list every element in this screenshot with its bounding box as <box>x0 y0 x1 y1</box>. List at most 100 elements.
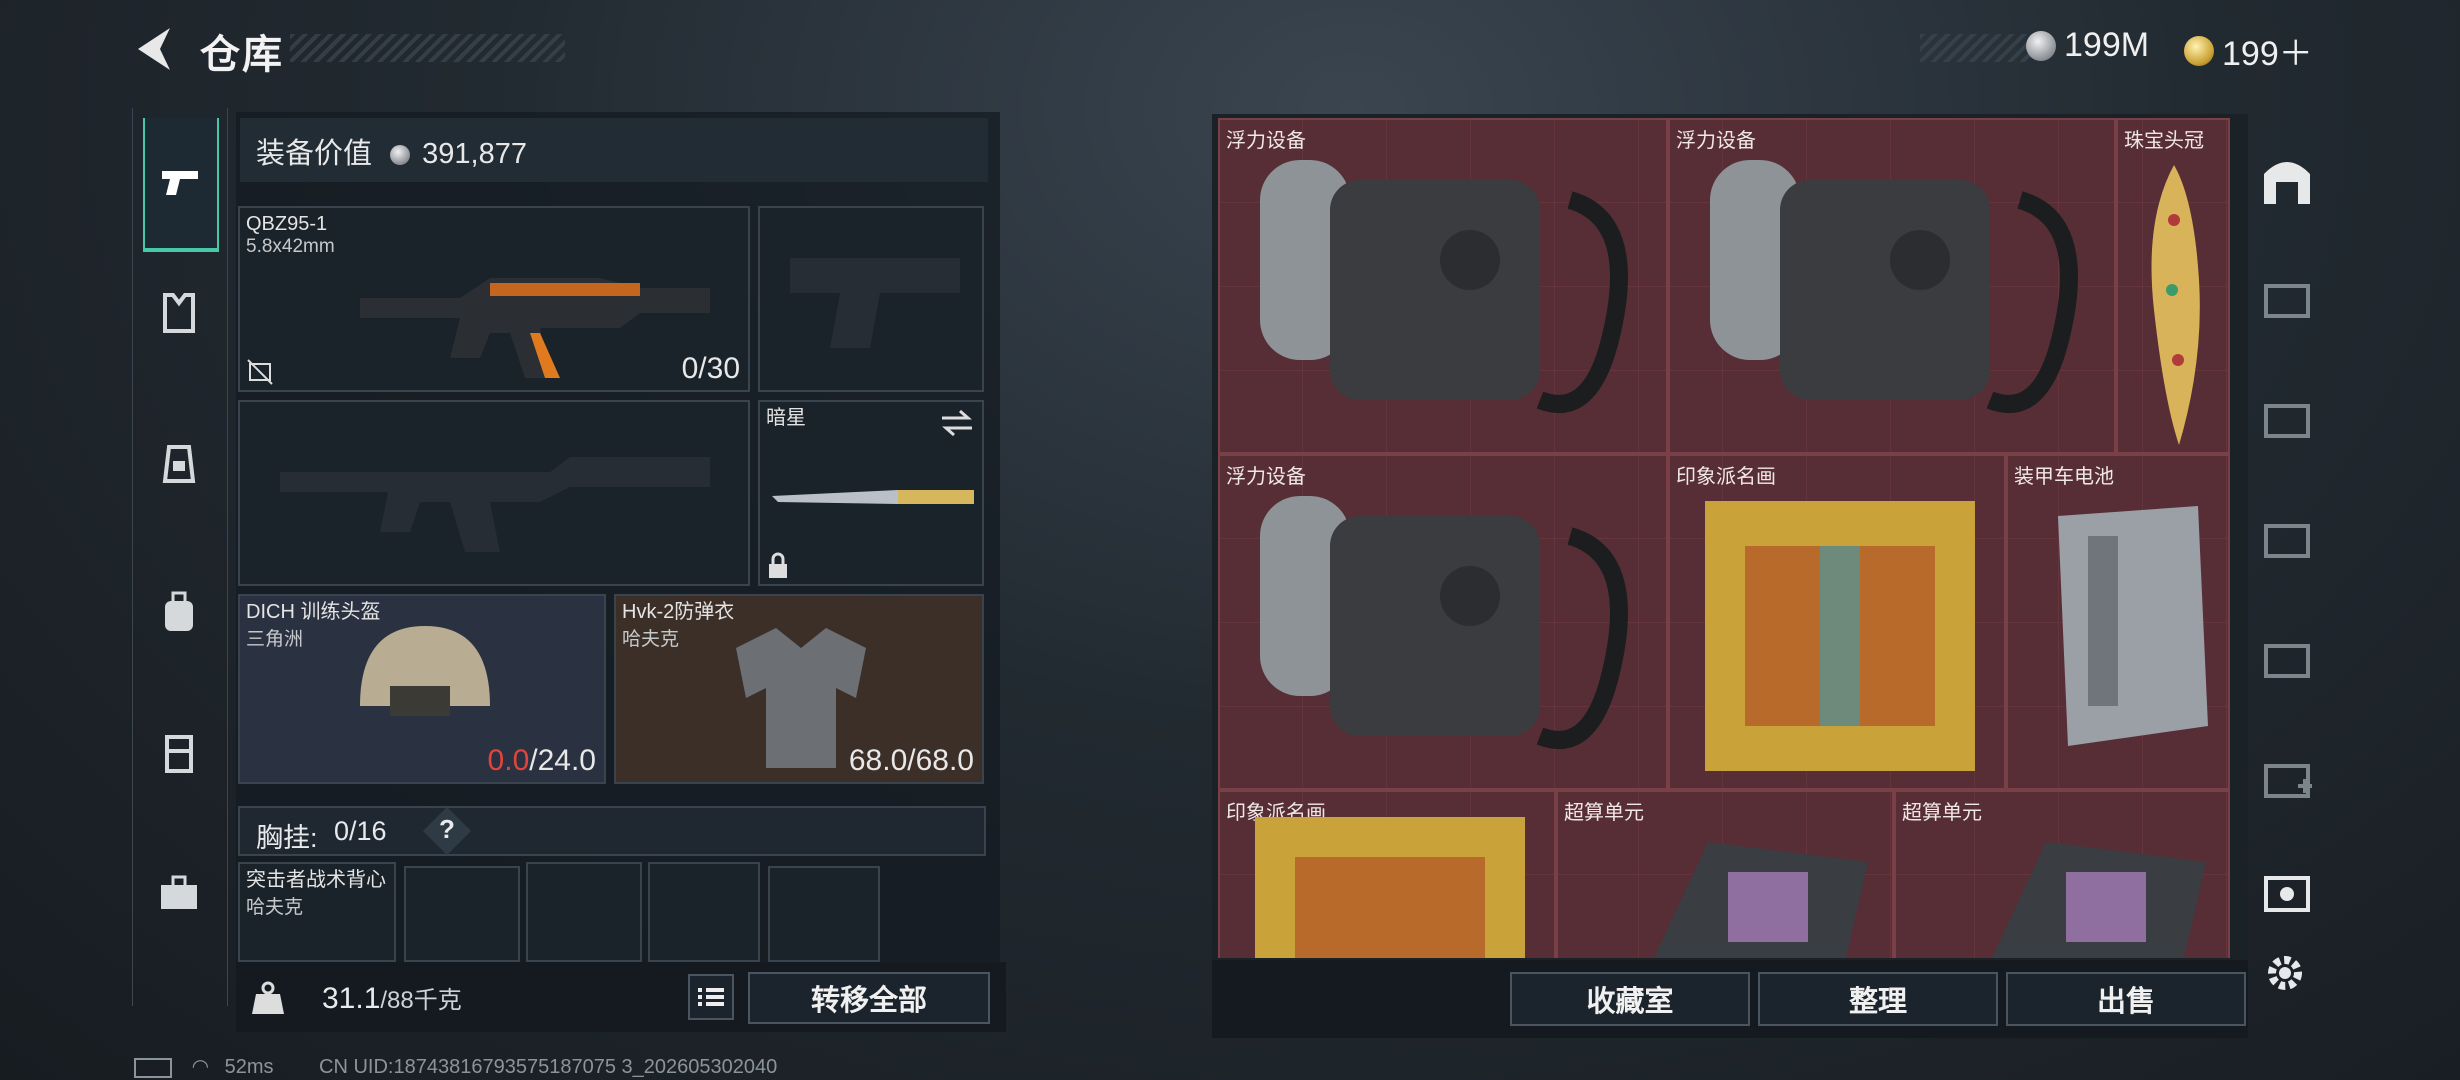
grid-item[interactable]: 珠宝头冠 <box>2116 118 2230 454</box>
list-icon <box>698 988 724 1006</box>
item-label: 印象派名画 <box>1676 466 1776 488</box>
equipment-value: 装备价值 391,877 <box>256 130 527 172</box>
vest-slot[interactable]: 突击者战术背心 哈夫克 <box>238 862 396 962</box>
sidearm-slot[interactable] <box>758 206 984 392</box>
gold-coin-icon <box>2184 35 2214 66</box>
back-arrow-icon[interactable] <box>130 24 180 74</box>
list-view-button[interactable] <box>688 974 734 1020</box>
ping-value: 52ms <box>224 1056 274 1078</box>
pistol-placeholder-icon <box>790 258 960 348</box>
equipment-category-nav <box>132 108 228 1006</box>
equipment-value-amount: 391,877 <box>422 138 527 170</box>
grid-item[interactable]: 浮力设备 <box>1218 118 1668 454</box>
silver-coin-icon <box>2026 30 2056 61</box>
chest-rig-bar: 胸挂: 0/16 ? <box>238 806 986 856</box>
help-icon[interactable]: ? <box>439 814 455 845</box>
secondary-weapon-slot[interactable] <box>238 400 750 586</box>
add-storage-icon[interactable] <box>2258 750 2316 808</box>
lock-icon <box>769 552 787 578</box>
melee-name: 暗星 <box>766 407 806 429</box>
weapon-name: QBZ95-1 <box>246 213 328 235</box>
knife-image <box>772 490 974 504</box>
buoyancy-device-image <box>1260 496 1628 749</box>
chest-slot[interactable] <box>526 862 642 962</box>
gold-amount: 199＋ <box>2222 35 2313 73</box>
buoyancy-device-image <box>1260 160 1628 413</box>
sell-button[interactable]: 出售 <box>2006 972 2246 1026</box>
user-id: CN UID:18743816793575187075 3_2026053020… <box>319 1056 778 1078</box>
storage-tab-4-icon[interactable] <box>2258 510 2316 568</box>
chest-rig-count: 0/16 <box>334 816 387 846</box>
grid-item[interactable]: 超算单元 <box>1556 790 1894 958</box>
warehouse-icon[interactable] <box>2258 150 2316 208</box>
silver-amount: 199M <box>2064 26 2150 64</box>
storage-tab-5-icon[interactable] <box>2258 630 2316 688</box>
storage-tab-2-icon[interactable] <box>2258 270 2316 328</box>
silver-coin-icon <box>390 145 411 166</box>
no-attachment-icon <box>247 359 273 385</box>
page-title: 仓库 <box>200 33 284 77</box>
nav-case[interactable] <box>143 828 215 958</box>
battery-icon <box>134 1057 172 1078</box>
helmet-durability-max: /24.0 <box>529 744 596 777</box>
pistol-icon <box>162 171 198 195</box>
wifi-icon: ◠ <box>191 1056 210 1078</box>
armor-faction: 哈夫克 <box>622 629 680 650</box>
item-label: 珠宝头冠 <box>2124 130 2204 152</box>
storage-tabs <box>2252 114 2322 944</box>
melee-slot[interactable]: 暗星 <box>758 400 984 586</box>
currency-decoration <box>1920 34 2030 62</box>
grid-item[interactable]: 浮力设备 <box>1218 454 1668 790</box>
painting-image <box>1255 817 1525 958</box>
helmet-slot[interactable]: DICH 训练头盔 三角洲 0.0/24.0 <box>238 594 606 784</box>
storage-settings-icon[interactable] <box>2258 864 2316 922</box>
armor-slot[interactable]: Hvk-2防弹衣 哈夫克 68.0/68.0 <box>614 594 984 784</box>
armor-durability: 68.0/68.0 <box>848 744 974 777</box>
silver-currency[interactable]: 199M <box>2026 26 2149 65</box>
weight-current: 31.1 <box>322 982 381 1015</box>
buoyancy-device-image <box>1710 160 2078 413</box>
grid-item[interactable]: 印象派名画 <box>1218 790 1556 958</box>
nav-chest-rig[interactable] <box>143 398 215 528</box>
nav-backpack[interactable] <box>143 548 215 678</box>
title-decoration <box>290 34 565 62</box>
rifle-placeholder-icon <box>280 457 710 552</box>
organize-button[interactable]: 整理 <box>1758 972 1998 1026</box>
nav-armor[interactable] <box>143 248 215 378</box>
vest-faction: 哈夫克 <box>246 897 304 918</box>
helmet-image <box>360 626 490 716</box>
weapon-ammo-type: 5.8x42mm <box>246 236 335 257</box>
case-icon <box>161 875 197 909</box>
nav-container[interactable] <box>143 688 215 818</box>
equipment-value-label: 装备价值 <box>256 138 373 170</box>
ammo-count: 0/30 <box>681 352 740 385</box>
nav-weapons[interactable] <box>143 118 219 252</box>
rifle-image <box>360 278 710 378</box>
grid-item[interactable]: 超算单元 <box>1894 790 2230 958</box>
storage-tab-3-icon[interactable] <box>2258 390 2316 448</box>
vest-name: 突击者战术背心 <box>246 869 386 891</box>
gold-currency[interactable]: 199＋ <box>2184 26 2313 75</box>
chest-slot[interactable] <box>648 862 760 962</box>
weight-bar: 31.1/88千克 转移全部 <box>236 962 1006 1032</box>
swap-icon[interactable] <box>940 408 974 438</box>
grid-item[interactable]: 浮力设备 <box>1668 118 2116 454</box>
weight-value: 31.1/88千克 <box>322 980 462 1016</box>
item-label: 装甲车电池 <box>2014 466 2114 488</box>
vehicle-battery-image <box>2058 506 2208 746</box>
transfer-all-button[interactable]: 转移全部 <box>748 972 990 1024</box>
chest-slot[interactable] <box>404 866 520 962</box>
compute-unit-image <box>1991 842 2206 958</box>
helmet-durability: 0.0/24.0 <box>488 744 596 778</box>
jewel-crown-image <box>2151 165 2200 445</box>
grid-item[interactable]: 装甲车电池 <box>2006 454 2230 790</box>
primary-weapon-slot[interactable]: QBZ95-1 5.8x42mm 0/30 <box>238 206 750 392</box>
weight-icon <box>252 981 284 1014</box>
helmet-faction: 三角洲 <box>246 629 304 650</box>
collection-room-button[interactable]: 收藏室 <box>1510 972 1750 1026</box>
gear-icon[interactable] <box>2262 950 2308 996</box>
compute-unit-image <box>1653 842 1868 958</box>
container-icon <box>165 735 193 773</box>
chest-slot[interactable] <box>768 866 880 962</box>
grid-item[interactable]: 印象派名画 <box>1668 454 2006 790</box>
